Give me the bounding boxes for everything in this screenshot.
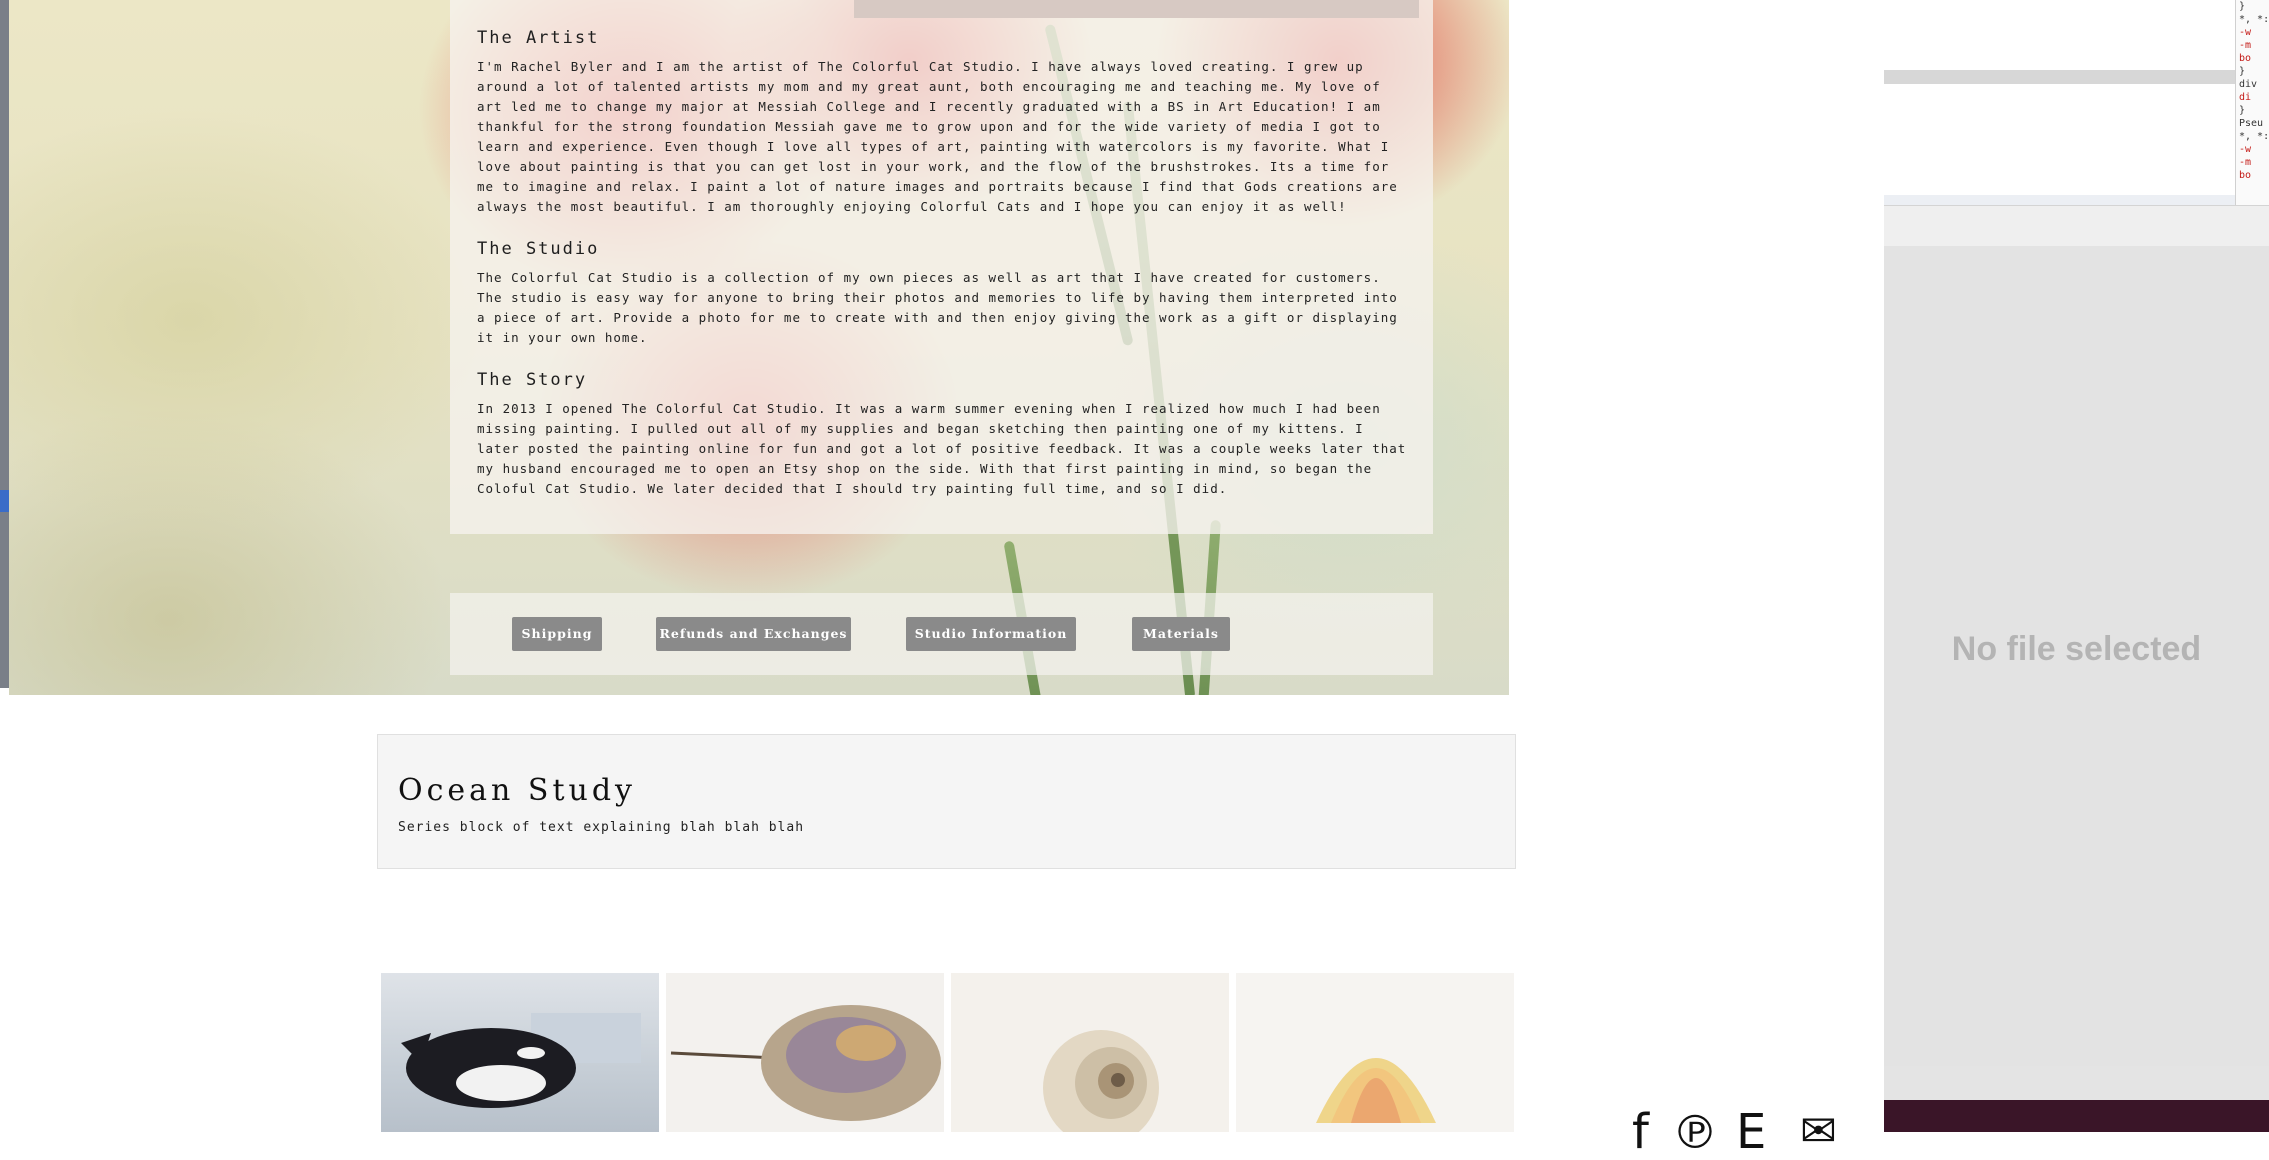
devtools-pane — [1884, 0, 2269, 205]
orca-illustration — [401, 1013, 641, 1108]
scallop-shell-painting[interactable] — [1236, 973, 1514, 1132]
css-line: -m — [2239, 157, 2252, 168]
devtools-row — [1884, 195, 2235, 205]
email-icon[interactable]: ✉ — [1800, 1108, 1837, 1156]
window-edge-strip — [0, 0, 9, 1132]
horseshoe-crab-illustration — [670, 1005, 941, 1121]
artist-heading: The Artist — [477, 28, 600, 48]
bottom-strip — [1884, 1100, 2269, 1132]
window-edge-gap — [0, 688, 9, 1132]
artist-text: I'm Rachel Byler and I am the artist of … — [477, 59, 1398, 214]
css-line: -w — [2239, 144, 2252, 155]
window-edge-highlight — [0, 490, 9, 512]
facebook-icon[interactable]: f — [1632, 1108, 1649, 1156]
css-line: div — [2239, 79, 2258, 90]
studio-heading: The Studio — [477, 239, 600, 259]
devtools-scrollbar[interactable] — [1884, 70, 2235, 84]
story-text: In 2013 I opened The Colorful Cat Studio… — [477, 401, 1407, 496]
no-file-selected-message: No file selected — [1951, 630, 2202, 668]
horseshoe-crab-painting[interactable] — [666, 973, 944, 1132]
studio-information-button[interactable]: Studio Information — [906, 617, 1076, 651]
orca-painting[interactable] — [381, 973, 659, 1132]
css-line: Pseu — [2239, 118, 2264, 129]
css-line: } — [2239, 1, 2246, 12]
nautilus-shell-painting[interactable] — [951, 973, 1229, 1132]
etsy-icon[interactable]: E — [1736, 1108, 1766, 1156]
css-line: -m — [2239, 40, 2252, 51]
css-line: } — [2239, 66, 2246, 77]
scallop-illustration — [1316, 1058, 1436, 1123]
series-title: Ocean Study — [398, 773, 636, 808]
css-rules-column: } *, *: -w -m bo } div di } Pseu *, *: -… — [2235, 0, 2269, 205]
pane-divider[interactable] — [1884, 205, 2269, 247]
pinterest-icon[interactable]: ℗ — [1672, 1108, 1718, 1156]
info-button-bar: Shipping Refunds and Exchanges Studio In… — [450, 593, 1433, 675]
css-line: -w — [2239, 27, 2252, 38]
refunds-exchanges-button[interactable]: Refunds and Exchanges — [656, 617, 851, 651]
studio-text: The Colorful Cat Studio is a collection … — [477, 270, 1398, 345]
nautilus-illustration — [1043, 1030, 1159, 1132]
file-viewer-panel: } *, *: -w -m bo } div di } Pseu *, *: -… — [1884, 0, 2269, 1132]
series-well: Ocean Study Series block of text explain… — [377, 734, 1516, 869]
about-card: The Artist I'm Rachel Byler and I am the… — [450, 0, 1433, 534]
css-line: di — [2239, 92, 2252, 103]
css-line: } — [2239, 105, 2246, 116]
story-heading: The Story — [477, 370, 588, 390]
css-line: *, *: — [2239, 14, 2269, 25]
css-line: bo — [2239, 170, 2252, 181]
shipping-button[interactable]: Shipping — [512, 617, 602, 651]
materials-button[interactable]: Materials — [1132, 617, 1230, 651]
css-line: *, *: — [2239, 131, 2269, 142]
css-line: bo — [2239, 53, 2252, 64]
series-description: Series block of text explaining blah bla… — [398, 820, 805, 835]
